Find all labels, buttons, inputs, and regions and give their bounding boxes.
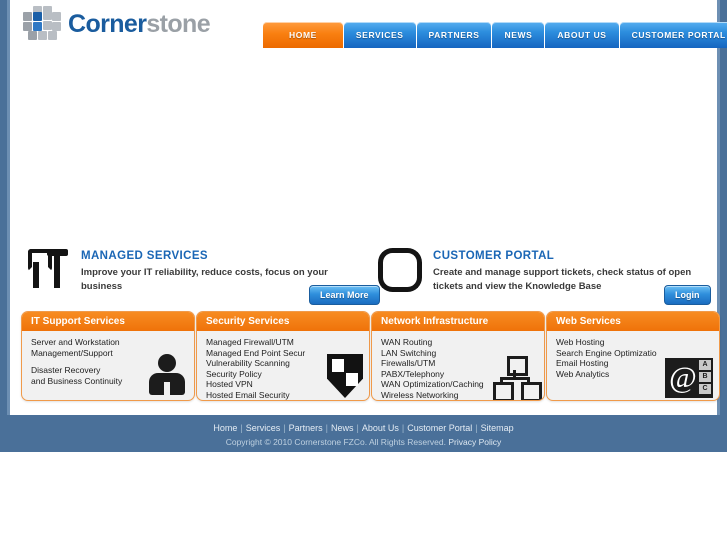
service-item: Web Hosting	[556, 337, 605, 347]
promo-customer-portal: CUSTOMER PORTAL Create and manage suppor…	[378, 248, 708, 294]
footer-link-sitemap[interactable]: Sitemap	[481, 423, 514, 433]
footer-link-partners[interactable]: Partners	[289, 423, 323, 433]
service-box-title: Network Infrastructure	[372, 312, 544, 331]
site-footer: Home | Services | Partners | News | About Us | Cus…	[0, 415, 727, 452]
service-box-it-support[interactable]: IT Support Services Server and Workstati…	[21, 311, 195, 401]
service-box-web[interactable]: Web Services Web Hosting Search Engine Op…	[546, 311, 720, 401]
nav-item-news[interactable]: NEWS	[492, 22, 545, 48]
right-rail	[720, 0, 727, 452]
nav-item-about-us[interactable]: ABOUT US	[545, 22, 619, 48]
footer-copyright: Copyright © 2010 Cornerstone FZCo. All R…	[0, 433, 727, 447]
footer-link-home[interactable]: Home	[213, 423, 237, 433]
footer-link-news[interactable]: News	[331, 423, 354, 433]
nav-item-home[interactable]: HOME	[263, 22, 343, 48]
service-item: Server and Workstation	[31, 337, 120, 347]
logo-wordmark: Cornerstone	[68, 9, 211, 38]
login-button[interactable]: Login	[664, 285, 711, 305]
privacy-policy-link[interactable]: Privacy Policy	[448, 437, 501, 447]
nav-item-services[interactable]: SERVICES	[343, 22, 416, 48]
footer-separator: |	[240, 423, 243, 433]
service-item: Managed Firewall/UTM	[206, 337, 294, 347]
site-header: Cornerstone HOME SERVICES PARTNERS NEWS ABOU…	[10, 0, 727, 50]
footer-separator: |	[401, 423, 405, 433]
service-box-title: Web Services	[547, 312, 719, 331]
footer-separator: |	[283, 423, 286, 433]
main-navigation: HOME SERVICES PARTNERS NEWS ABOUT US CUSTOMER…	[263, 19, 727, 48]
shield-icon	[327, 354, 363, 398]
at-sign-icon: @ ABC	[665, 358, 713, 398]
network-diagram-icon	[492, 356, 542, 400]
person-icon	[146, 352, 188, 398]
service-box-title: Security Services	[197, 312, 369, 331]
learn-more-button[interactable]: Learn More	[309, 285, 380, 305]
footer-link-services[interactable]: Services	[246, 423, 281, 433]
service-item: Search Engine Optimizatio	[556, 347, 657, 358]
four-arrows-portal-icon	[378, 248, 424, 294]
wrench-hammer-it-icon	[26, 248, 72, 294]
footer-separator: |	[475, 423, 478, 433]
content-card: Cornerstone HOME SERVICES PARTNERS NEWS ABOU…	[10, 0, 727, 415]
service-box-network[interactable]: Network Infrastructure WAN Routing LAN Sw…	[371, 311, 545, 401]
service-box-security[interactable]: Security Services Managed Firewall/UTM Ma…	[196, 311, 370, 401]
service-box-title: IT Support Services	[22, 312, 194, 331]
footer-link-about-us[interactable]: About Us	[362, 423, 399, 433]
logo-word-secondary: stone	[146, 9, 211, 38]
nav-item-customer-portal[interactable]: CUSTOMER PORTAL	[619, 22, 727, 48]
cube-logo-icon	[23, 6, 61, 42]
footer-separator: |	[356, 423, 359, 433]
site-logo[interactable]: Cornerstone	[23, 6, 211, 42]
footer-links: Home | Services | Partners | News | About Us | Cus…	[0, 415, 727, 433]
service-item: WAN Routing	[381, 337, 433, 347]
copyright-text: Copyright © 2010 Cornerstone FZCo. All R…	[225, 437, 446, 447]
promo-title: MANAGED SERVICES	[81, 250, 208, 262]
footer-link-customer-portal[interactable]: Customer Portal	[407, 423, 472, 433]
nav-item-partners[interactable]: PARTNERS	[416, 22, 492, 48]
footer-separator: |	[325, 423, 328, 433]
logo-word-primary: Corner	[68, 9, 147, 38]
page-root: Cornerstone HOME SERVICES PARTNERS NEWS ABOU…	[0, 0, 727, 545]
promo-title: CUSTOMER PORTAL	[433, 250, 555, 262]
left-rail	[0, 0, 7, 452]
